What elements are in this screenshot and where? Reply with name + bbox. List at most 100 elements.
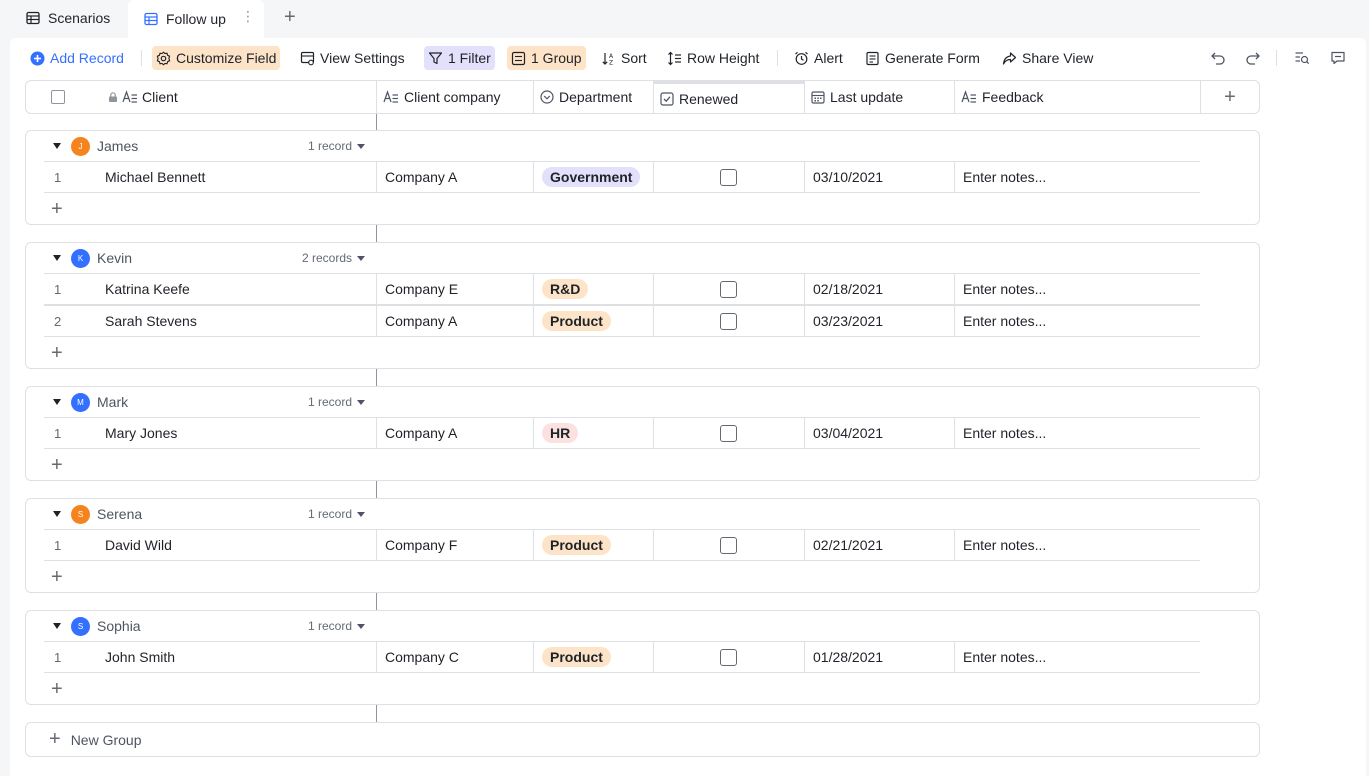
renewed-checkbox[interactable] (720, 536, 737, 554)
group-header[interactable]: S Sophia 1 record (26, 611, 377, 642)
add-row-button[interactable]: + (51, 567, 63, 587)
cell-client[interactable]: 1 John Smith (44, 642, 377, 672)
row-height-button[interactable]: Row Height (663, 46, 763, 70)
comment-icon[interactable] (1328, 48, 1348, 68)
group-header[interactable]: S Serena 1 record (26, 499, 377, 530)
column-label: Client company (404, 89, 501, 105)
cell-department[interactable]: Product (534, 642, 654, 672)
add-row-button[interactable]: + (51, 679, 63, 699)
cell-last-update[interactable]: 03/04/2021 (805, 418, 955, 448)
tab-scenarios[interactable]: Scenarios (18, 0, 118, 36)
cell-feedback[interactable]: Enter notes... (955, 274, 1200, 304)
renewed-checkbox[interactable] (720, 312, 737, 330)
column-header-last-update[interactable]: Last update (805, 81, 955, 113)
share-icon (1002, 51, 1017, 65)
table-row[interactable]: 1 Michael Bennett Company A Government 03/… (44, 161, 1200, 193)
cell-last-update[interactable]: 01/28/2021 (805, 642, 955, 672)
cell-renewed[interactable] (654, 642, 805, 672)
customize-field-button[interactable]: Customize Field (152, 46, 281, 70)
cell-company[interactable]: Company E (377, 274, 534, 304)
sort-label: Sort (621, 50, 647, 66)
cell-last-update[interactable]: 02/18/2021 (805, 274, 955, 304)
column-header-client-company[interactable]: Client company (377, 81, 534, 113)
undo-icon[interactable] (1208, 48, 1228, 68)
cell-feedback[interactable]: Enter notes... (955, 162, 1200, 192)
redo-icon[interactable] (1243, 48, 1263, 68)
cell-department[interactable]: HR (534, 418, 654, 448)
group-menu-caret-icon[interactable] (357, 512, 365, 517)
sort-button[interactable]: AZ Sort (597, 46, 651, 70)
table-row[interactable]: 1 David Wild Company F Product 02/21/2021 E… (44, 529, 1200, 561)
cell-company[interactable]: Company A (377, 162, 534, 192)
cell-company[interactable]: Company A (377, 306, 534, 336)
filter-button[interactable]: 1 Filter (424, 46, 495, 70)
collapse-caret-icon[interactable] (53, 511, 61, 517)
select-all-checkbox[interactable] (51, 90, 65, 104)
renewed-checkbox[interactable] (720, 168, 737, 186)
table-row[interactable]: 1 John Smith Company C Product 01/28/2021 E… (44, 641, 1200, 673)
cell-client[interactable]: 1 Katrina Keefe (44, 274, 377, 304)
column-header-renewed[interactable]: Renewed (654, 81, 805, 113)
table-row[interactable]: 2 Sarah Stevens Company A Product 03/23/20… (44, 305, 1200, 337)
group-header[interactable]: J James 1 record (26, 131, 377, 162)
cell-department[interactable]: Product (534, 530, 654, 560)
search-icon[interactable] (1292, 48, 1312, 68)
new-group-button[interactable]: + New Group (25, 722, 1260, 757)
cell-client[interactable]: 1 David Wild (44, 530, 377, 560)
add-row-button[interactable]: + (51, 343, 63, 363)
group-menu-caret-icon[interactable] (357, 624, 365, 629)
cell-feedback[interactable]: Enter notes... (955, 306, 1200, 336)
more-vertical-icon[interactable]: ⋮ (241, 8, 255, 25)
cell-company[interactable]: Company C (377, 642, 534, 672)
add-row-button[interactable]: + (51, 199, 63, 219)
cell-department[interactable]: Government (534, 162, 654, 192)
cell-renewed[interactable] (654, 530, 805, 560)
cell-renewed[interactable] (654, 162, 805, 192)
cell-company[interactable]: Company F (377, 530, 534, 560)
renewed-checkbox[interactable] (720, 424, 737, 442)
cell-client[interactable]: 1 Mary Jones (44, 418, 377, 448)
alert-button[interactable]: Alert (790, 46, 847, 70)
add-record-button[interactable]: Add Record (26, 46, 128, 70)
cell-client[interactable]: 1 Michael Bennett (44, 162, 377, 192)
view-settings-button[interactable]: View Settings (296, 46, 409, 70)
last-update-date: 02/21/2021 (813, 537, 884, 553)
column-header-client[interactable]: Client (26, 81, 377, 113)
group-header[interactable]: M Mark 1 record (26, 387, 377, 418)
group-record-count: 2 records (301, 251, 352, 265)
collapse-caret-icon[interactable] (53, 623, 61, 629)
renewed-checkbox[interactable] (720, 648, 737, 666)
cell-feedback[interactable]: Enter notes... (955, 642, 1200, 672)
column-header-department[interactable]: Department (534, 81, 654, 113)
renewed-checkbox[interactable] (720, 280, 737, 298)
cell-last-update[interactable]: 02/21/2021 (805, 530, 955, 560)
tab-label: Scenarios (48, 10, 111, 26)
add-tab-icon[interactable]: + (284, 6, 296, 28)
cell-department[interactable]: Product (534, 306, 654, 336)
cell-client[interactable]: 2 Sarah Stevens (44, 306, 377, 336)
collapse-caret-icon[interactable] (53, 399, 61, 405)
collapse-caret-icon[interactable] (53, 143, 61, 149)
column-header-feedback[interactable]: Feedback (955, 81, 1201, 113)
group-button[interactable]: 1 Group (507, 46, 586, 70)
generate-form-button[interactable]: Generate Form (861, 46, 984, 70)
cell-feedback[interactable]: Enter notes... (955, 418, 1200, 448)
cell-department[interactable]: R&D (534, 274, 654, 304)
cell-last-update[interactable]: 03/10/2021 (805, 162, 955, 192)
add-field-button[interactable]: + (1201, 81, 1259, 113)
group-header[interactable]: K Kevin 2 records (26, 243, 377, 274)
share-view-button[interactable]: Share View (998, 46, 1097, 70)
group-menu-caret-icon[interactable] (357, 256, 365, 261)
add-row-button[interactable]: + (51, 455, 63, 475)
table-row[interactable]: 1 Katrina Keefe Company E R&D 02/18/2021 En… (44, 273, 1200, 305)
cell-company[interactable]: Company A (377, 418, 534, 448)
table-row[interactable]: 1 Mary Jones Company A HR 03/04/2021 Enter … (44, 417, 1200, 449)
cell-last-update[interactable]: 03/23/2021 (805, 306, 955, 336)
cell-renewed[interactable] (654, 274, 805, 304)
group-menu-caret-icon[interactable] (357, 400, 365, 405)
group-menu-caret-icon[interactable] (357, 144, 365, 149)
cell-feedback[interactable]: Enter notes... (955, 530, 1200, 560)
collapse-caret-icon[interactable] (53, 255, 61, 261)
cell-renewed[interactable] (654, 418, 805, 448)
cell-renewed[interactable] (654, 306, 805, 336)
